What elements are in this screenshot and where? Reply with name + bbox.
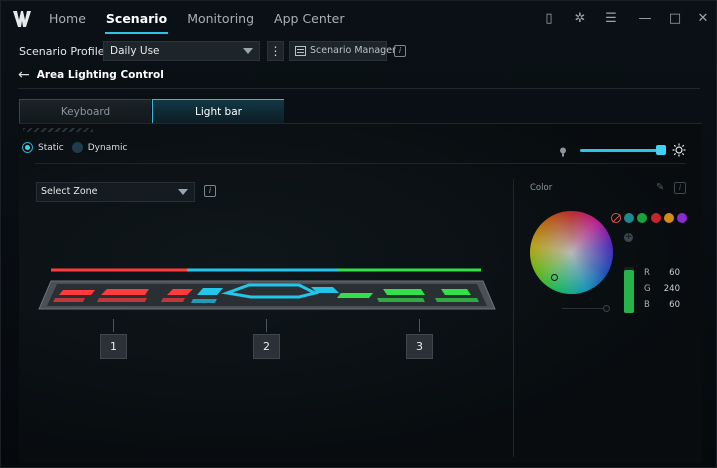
mouse-icon[interactable]: ▯ bbox=[541, 11, 557, 27]
predator-logo-icon bbox=[13, 11, 31, 27]
brightness-slider-track[interactable] bbox=[580, 149, 662, 152]
r-label: R bbox=[644, 268, 650, 278]
g-value[interactable]: 240 bbox=[664, 284, 680, 294]
pen-edit-icon[interactable]: ✎ bbox=[656, 182, 667, 193]
static-radio[interactable] bbox=[22, 142, 33, 153]
settings-gear-icon[interactable]: ✲ bbox=[572, 11, 588, 27]
r-value[interactable]: 60 bbox=[669, 268, 680, 278]
dynamic-radio[interactable] bbox=[71, 142, 83, 153]
main-nav: Home Scenario Monitoring App Center bbox=[39, 1, 355, 37]
nav-tab-home[interactable]: Home bbox=[39, 1, 96, 37]
color-wheel-picker[interactable] bbox=[551, 274, 558, 281]
profile-info-icon[interactable]: i bbox=[394, 45, 406, 57]
color-saturation-thumb[interactable] bbox=[603, 305, 610, 312]
swatch-red[interactable] bbox=[651, 213, 661, 223]
swatch-teal[interactable] bbox=[624, 213, 634, 223]
zone-3-marker bbox=[419, 319, 420, 332]
minimize-icon[interactable]: — bbox=[637, 11, 653, 27]
zone-1-led-f bbox=[161, 298, 185, 302]
color-title: Color bbox=[530, 183, 553, 193]
list-panel-icon[interactable]: ☰ bbox=[603, 11, 619, 27]
zone-1-marker bbox=[113, 319, 114, 332]
scenario-manager-button[interactable]: Scenario Manager bbox=[289, 41, 396, 61]
zone-3-button[interactable]: 3 bbox=[406, 334, 433, 359]
swatch-orange[interactable] bbox=[664, 213, 674, 223]
breadcrumb: ← Area Lighting Control bbox=[18, 67, 164, 83]
g-label: G bbox=[644, 284, 651, 294]
zone-1-led-b bbox=[101, 289, 149, 295]
scenario-profile-dropdown[interactable]: Daily Use bbox=[103, 41, 260, 61]
swatch-green[interactable] bbox=[637, 213, 647, 223]
static-label[interactable]: Static bbox=[38, 143, 64, 153]
swatch-none[interactable] bbox=[611, 213, 621, 223]
decorative-stripe bbox=[23, 128, 93, 132]
page-title: Area Lighting Control bbox=[36, 69, 164, 81]
tab-keyboard[interactable]: Keyboard bbox=[19, 99, 151, 123]
zone-3-led-b bbox=[383, 289, 425, 295]
brightness-slider-thumb[interactable] bbox=[656, 145, 666, 155]
light-bar-graphic bbox=[38, 268, 496, 310]
app-window: Home Scenario Monitoring App Center ▯ ✲ … bbox=[0, 0, 717, 468]
b-label: B bbox=[644, 300, 650, 310]
zone-3-led-c bbox=[441, 289, 471, 295]
scenario-manager-icon bbox=[295, 46, 306, 56]
nav-tab-app-center[interactable]: App Center bbox=[264, 1, 354, 37]
scenario-profile-value: Daily Use bbox=[110, 45, 160, 57]
zone-1-button[interactable]: 1 bbox=[100, 334, 127, 359]
brightness-high-icon bbox=[672, 143, 686, 157]
dropdown-caret-icon bbox=[237, 42, 259, 60]
close-icon[interactable]: ✕ bbox=[695, 11, 711, 27]
zone-dropdown-value: Select Zone bbox=[41, 186, 98, 197]
color-level-fill bbox=[624, 270, 634, 313]
profile-more-button[interactable]: ⋮ bbox=[267, 41, 284, 61]
zone-info-icon[interactable]: i bbox=[204, 185, 216, 197]
nav-tab-scenario[interactable]: Scenario bbox=[96, 1, 177, 37]
zone-dropdown[interactable]: Select Zone bbox=[36, 182, 195, 202]
zone-1-led-d bbox=[53, 298, 85, 302]
mode-divider bbox=[35, 163, 686, 164]
color-info-icon[interactable]: i bbox=[674, 182, 686, 194]
scenario-manager-label: Scenario Manager bbox=[310, 45, 396, 56]
nav-tab-monitoring[interactable]: Monitoring bbox=[177, 1, 264, 37]
maximize-icon[interactable]: □ bbox=[667, 11, 683, 27]
zone-3-led-a bbox=[337, 293, 373, 298]
color-wheel[interactable] bbox=[530, 211, 613, 294]
swatch-purple[interactable] bbox=[677, 213, 687, 223]
dynamic-label[interactable]: Dynamic bbox=[88, 143, 128, 153]
zone-2-button[interactable]: 2 bbox=[253, 334, 280, 359]
brightness-low-icon bbox=[560, 147, 566, 157]
b-value[interactable]: 60 bbox=[669, 300, 680, 310]
scenario-profile-label: Scenario Profile bbox=[19, 45, 105, 58]
zone-caret-icon bbox=[172, 183, 194, 201]
zone-2-marker bbox=[266, 319, 267, 332]
header-divider bbox=[18, 88, 700, 89]
title-bar: Home Scenario Monitoring App Center ▯ ✲ … bbox=[1, 1, 717, 37]
tab-light-bar[interactable]: Light bar bbox=[152, 99, 284, 123]
zone-3-led-d bbox=[377, 298, 425, 302]
mode-selector: Static Dynamic bbox=[22, 142, 135, 153]
add-swatch-button[interactable]: + bbox=[624, 233, 633, 242]
color-saturation-slider[interactable] bbox=[562, 308, 609, 309]
zone-2-led-d bbox=[191, 299, 217, 303]
zone-1-led-e bbox=[97, 298, 147, 302]
zone-1-led-a bbox=[59, 290, 95, 295]
zone-3-led-e bbox=[435, 298, 479, 302]
color-panel-divider bbox=[513, 179, 514, 457]
back-arrow-icon[interactable]: ← bbox=[18, 67, 30, 83]
